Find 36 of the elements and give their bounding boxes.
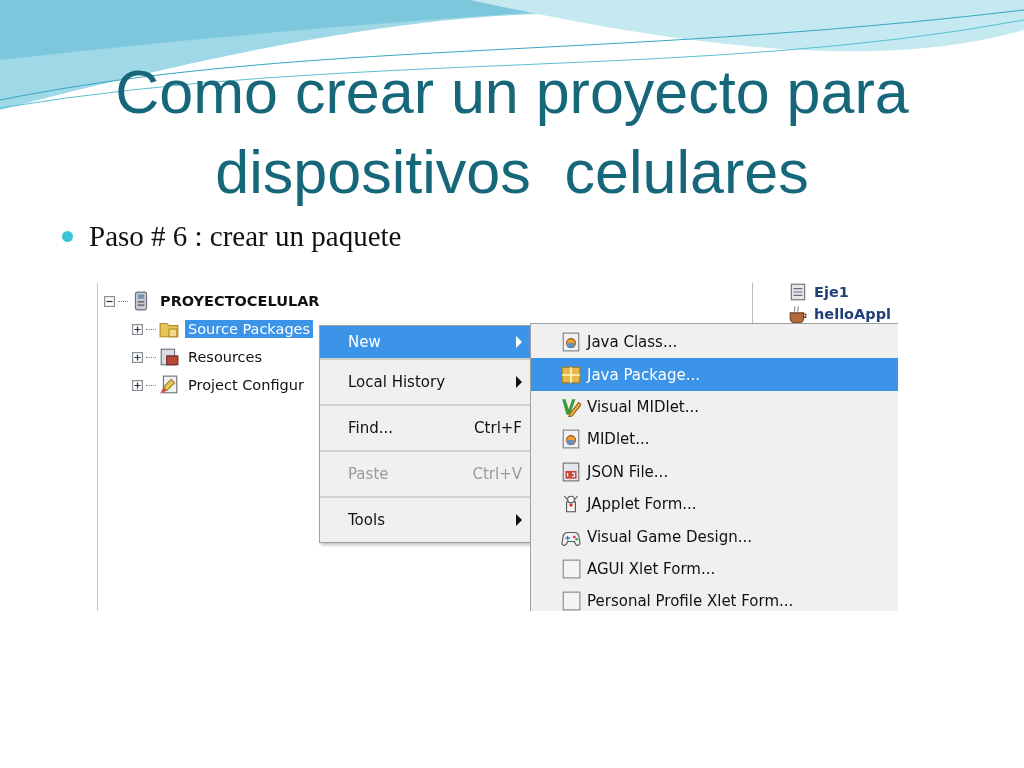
bullet-text: Paso # 6 : crear un paquete <box>89 220 402 253</box>
project-item[interactable]: helloAppl <box>814 306 891 322</box>
slide-title: dispositivos celulares <box>215 137 809 208</box>
project-item[interactable]: Eje1 <box>814 284 849 300</box>
pencil-v-icon <box>561 396 581 417</box>
submenu-arrow-icon <box>516 514 522 526</box>
collapse-toggle[interactable] <box>104 295 115 307</box>
menu-item[interactable]: MIDlet... <box>531 423 898 456</box>
slide-title: Como crear un proyecto para <box>115 57 909 128</box>
expand-toggle[interactable] <box>132 323 143 335</box>
submenu-arrow-icon <box>516 336 522 348</box>
applet-figure-icon <box>561 494 581 515</box>
tree-item[interactable]: Resources <box>185 348 266 366</box>
menu-item[interactable]: Tools <box>320 498 530 542</box>
tree-item[interactable]: PROYECTOCELULAR <box>157 292 323 310</box>
menu-item[interactable]: JSON File... <box>531 455 898 488</box>
menu-item[interactable]: Visual Game Design... <box>531 520 898 553</box>
menu-item[interactable]: JApplet Form... <box>531 487 898 521</box>
coffee-cup-icon <box>788 304 808 324</box>
bullet-dot <box>62 231 73 242</box>
json-file-icon <box>561 461 581 482</box>
menu-item[interactable]: Java Class... <box>531 326 898 359</box>
package-icon <box>561 364 581 385</box>
blank-form-icon <box>561 558 581 579</box>
class-file-icon <box>561 332 581 353</box>
expand-toggle[interactable] <box>132 379 143 391</box>
pencil-document-icon <box>159 375 179 395</box>
menu-item[interactable]: Personal Profile Xlet Form... <box>531 585 898 611</box>
class-file-icon <box>561 429 581 450</box>
tree-item[interactable]: Project Configur <box>185 376 307 394</box>
resources-icon <box>159 347 179 367</box>
submenu-arrow-icon <box>516 376 522 388</box>
expand-toggle[interactable] <box>132 351 143 363</box>
document-icon <box>788 283 808 302</box>
menu-item[interactable]: AGUI Xlet Form... <box>531 552 898 586</box>
menu-item[interactable]: Visual MIDlet... <box>531 390 898 424</box>
